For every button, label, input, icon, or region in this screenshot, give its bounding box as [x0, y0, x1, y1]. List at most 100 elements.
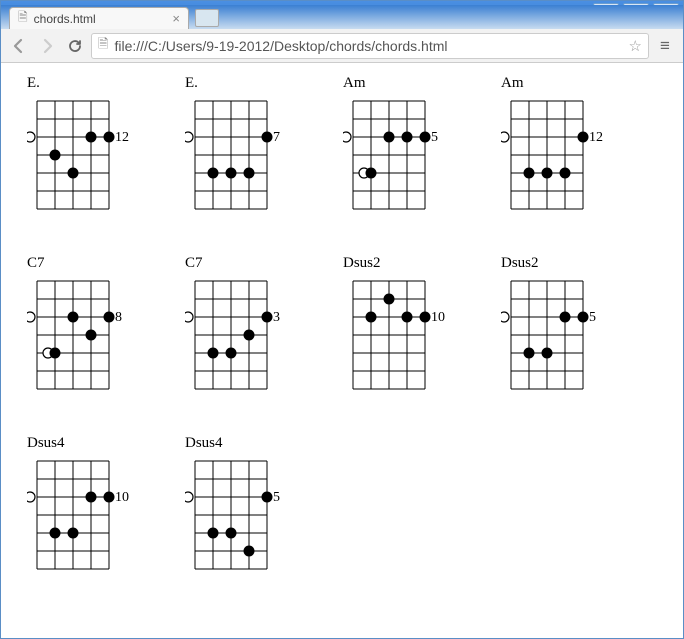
fret-dot [104, 132, 115, 143]
fret-dot [68, 312, 79, 323]
chord-item: Dsus4 5 [185, 435, 319, 575]
fret-dot [226, 348, 237, 359]
open-string-marker [501, 132, 509, 142]
chord-diagram: 12 [501, 97, 613, 215]
fret-dot [208, 168, 219, 179]
fret-dot [208, 348, 219, 359]
fret-dot [384, 294, 395, 305]
fret-dot [244, 168, 255, 179]
fret-label: 10 [115, 490, 129, 505]
fret-dot [262, 312, 273, 323]
open-string-marker [185, 492, 193, 502]
fret-dot [420, 132, 431, 143]
chord-name: C7 [27, 255, 161, 273]
chord-diagram: 5 [501, 277, 613, 395]
chord-name: Dsus2 [343, 255, 477, 273]
chord-name: Am [501, 75, 635, 93]
fret-dot [244, 330, 255, 341]
chord-diagram: 5 [343, 97, 455, 215]
chord-item: Dsus410 [27, 435, 161, 575]
open-string-marker [27, 132, 35, 142]
fret-dot [68, 528, 79, 539]
tab-title: chords.html [34, 12, 96, 26]
open-string-marker [27, 492, 35, 502]
fret-dot [366, 312, 377, 323]
chord-name: E. [27, 75, 161, 93]
fret-dot [542, 168, 553, 179]
fret-label: 5 [431, 130, 438, 145]
fret-label: 8 [115, 310, 122, 325]
new-tab-button[interactable] [195, 9, 219, 27]
open-string-marker [343, 132, 351, 142]
fret-dot [68, 168, 79, 179]
fret-dot [402, 132, 413, 143]
fret-dot [262, 492, 273, 503]
chord-list: E.12E.7Am5Am12C78C73Dsus210Dsus25Dsus410… [27, 75, 665, 575]
chord-name: Dsus2 [501, 255, 635, 273]
fret-dot [226, 528, 237, 539]
chord-item: Dsus2 10 [343, 255, 477, 395]
tab-close-button[interactable]: × [172, 11, 180, 26]
fret-dot [402, 312, 413, 323]
fret-dot [578, 132, 589, 143]
url-bar[interactable]: 🗎 file:///C:/Users/9-19-2012/Desktop/cho… [91, 33, 649, 59]
fret-dot [262, 132, 273, 143]
url-file-icon: 🗎 [98, 35, 108, 57]
fret-dot [50, 528, 61, 539]
chord-item: C7 8 [27, 255, 161, 395]
chord-diagram: 10 [27, 457, 139, 575]
chord-diagram: 8 [27, 277, 139, 395]
fret-label: 12 [589, 130, 603, 145]
open-string-marker [185, 312, 193, 322]
chord-item: Am 12 [501, 75, 635, 215]
fret-dot [50, 150, 61, 161]
fret-dot [542, 348, 553, 359]
browser-tabstrip: 🗎 chords.html × [1, 5, 683, 29]
fret-dot [50, 348, 61, 359]
fret-dot [560, 168, 571, 179]
chord-diagram: 5 [185, 457, 297, 575]
chord-name: Dsus4 [185, 435, 319, 453]
bookmark-star-icon[interactable]: ☆ [629, 37, 642, 55]
fret-dot [524, 348, 535, 359]
open-string-marker [501, 312, 509, 322]
file-icon: 🗎 [18, 8, 28, 29]
chord-diagram: 3 [185, 277, 297, 395]
chord-diagram: 12 [27, 97, 139, 215]
reload-button[interactable] [63, 34, 87, 58]
url-text: file:///C:/Users/9-19-2012/Desktop/chord… [114, 38, 628, 54]
fret-label: 10 [431, 310, 445, 325]
fret-dot [560, 312, 571, 323]
fret-dot [384, 132, 395, 143]
fret-dot [86, 492, 97, 503]
fret-label: 3 [273, 310, 280, 325]
chord-item: E.7 [185, 75, 319, 215]
forward-button[interactable] [35, 34, 59, 58]
fret-dot [86, 132, 97, 143]
browser-tab[interactable]: 🗎 chords.html × [9, 7, 189, 29]
chord-name: E. [185, 75, 319, 93]
fret-dot [366, 168, 377, 179]
fret-dot [226, 168, 237, 179]
chord-item: Dsus2 5 [501, 255, 635, 395]
fret-dot [86, 330, 97, 341]
fret-label: 5 [589, 310, 596, 325]
open-string-marker [185, 132, 193, 142]
back-button[interactable] [7, 34, 31, 58]
fret-dot [208, 528, 219, 539]
chord-name: Am [343, 75, 477, 93]
open-string-marker [27, 312, 35, 322]
chord-name: C7 [185, 255, 319, 273]
fret-label: 12 [115, 130, 129, 145]
chord-item: Am 5 [343, 75, 477, 215]
fret-dot [104, 492, 115, 503]
chord-diagram: 10 [343, 277, 455, 395]
fret-dot [244, 546, 255, 557]
chrome-menu-button[interactable]: ≡ [653, 34, 677, 58]
page-content: E.12E.7Am5Am12C78C73Dsus210Dsus25Dsus410… [1, 63, 683, 616]
fret-dot [104, 312, 115, 323]
fret-dot [420, 312, 431, 323]
browser-toolbar: 🗎 file:///C:/Users/9-19-2012/Desktop/cho… [1, 29, 683, 63]
fret-dot [524, 168, 535, 179]
fret-label: 5 [273, 490, 280, 505]
